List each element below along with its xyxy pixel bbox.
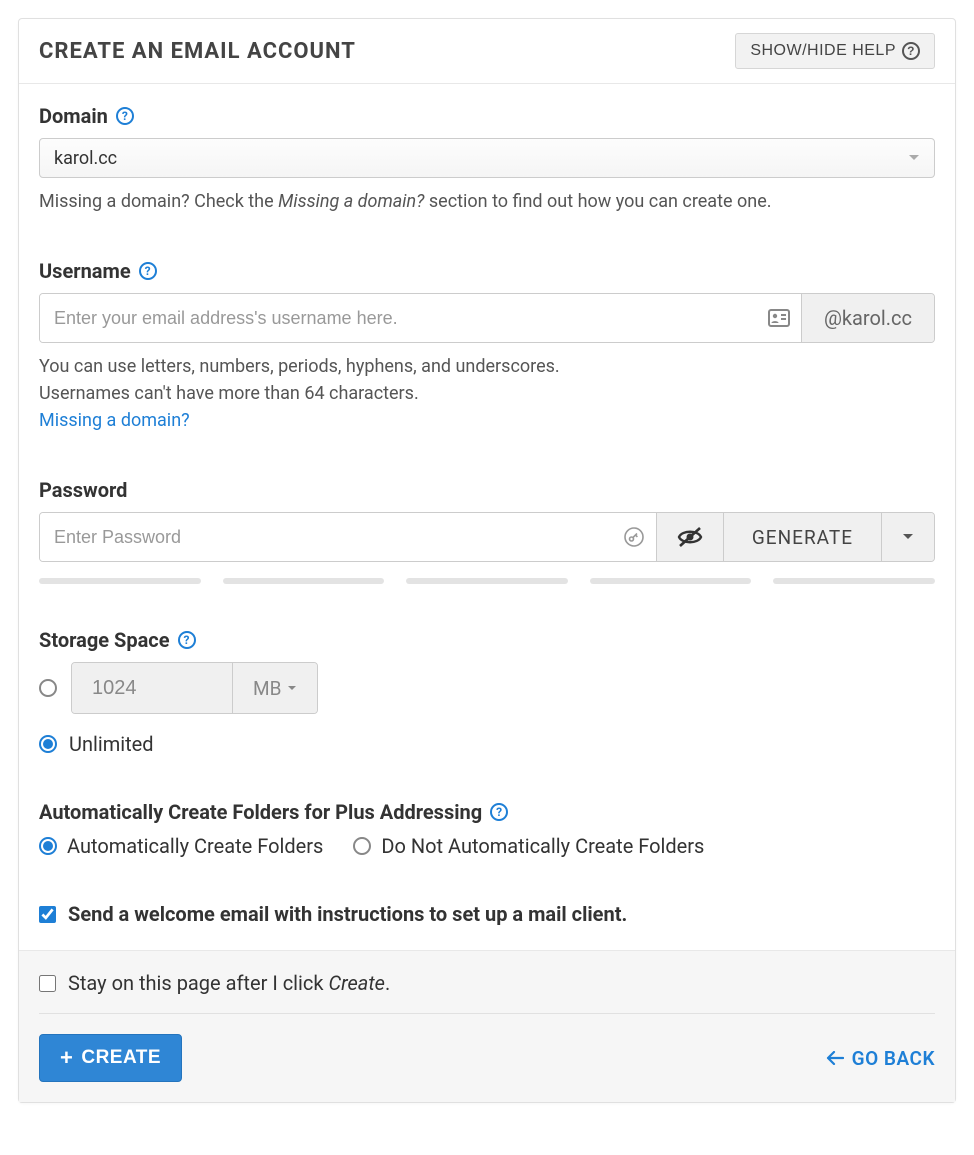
- go-back-link[interactable]: GO BACK: [826, 1047, 935, 1070]
- auto-create-folders-radio[interactable]: [39, 837, 57, 855]
- welcome-email-label: Send a welcome email with instructions t…: [68, 902, 627, 926]
- panel-body: Domain ? karol.cc Missing a domain? Chec…: [19, 84, 955, 926]
- auto-create-folders-label: Automatically Create Folders: [67, 834, 323, 858]
- username-input[interactable]: [40, 294, 757, 342]
- storage-unlimited-radio[interactable]: [39, 735, 57, 753]
- go-back-label: GO BACK: [852, 1047, 935, 1070]
- storage-size-input[interactable]: [72, 663, 232, 713]
- password-label: Password: [39, 478, 127, 502]
- label-text: Stay on this page after I click: [68, 971, 328, 995]
- plus-addressing-label: Automatically Create Folders for Plus Ad…: [39, 800, 482, 824]
- create-email-panel: CREATE AN EMAIL ACCOUNT SHOW/HIDE HELP ?…: [18, 18, 956, 1103]
- no-auto-create-folders-radio[interactable]: [353, 837, 371, 855]
- storage-unlimited-label: Unlimited: [69, 732, 154, 756]
- storage-field: Storage Space ? MB Unlimited: [39, 628, 935, 756]
- arrow-left-icon: [826, 1051, 844, 1065]
- hint-text: Missing a domain? Check the: [39, 191, 278, 212]
- storage-label: Storage Space: [39, 628, 170, 652]
- password-input-group: GENERATE: [39, 512, 935, 562]
- help-circle-icon[interactable]: ?: [116, 107, 134, 125]
- welcome-email-checkbox[interactable]: [39, 906, 56, 923]
- help-circle-icon: ?: [902, 42, 920, 60]
- help-circle-icon[interactable]: ?: [490, 803, 508, 821]
- storage-unit-label: MB: [253, 677, 281, 700]
- hint-text: Usernames can't have more than 64 charac…: [39, 380, 935, 407]
- plus-addressing-field: Automatically Create Folders for Plus Ad…: [39, 800, 935, 858]
- chevron-down-icon: [902, 533, 914, 541]
- username-input-group: @karol.cc: [39, 293, 935, 343]
- key-circle-icon: [612, 513, 656, 561]
- domain-select-value: karol.cc: [54, 148, 117, 169]
- username-hint: You can use letters, numbers, periods, h…: [39, 353, 935, 434]
- username-domain-addon: @karol.cc: [801, 294, 934, 342]
- panel-footer: Stay on this page after I click Create. …: [19, 950, 955, 1102]
- plus-icon: +: [60, 1047, 73, 1069]
- chevron-down-icon: [287, 685, 297, 692]
- domain-hint: Missing a domain? Check the Missing a do…: [39, 188, 935, 215]
- hint-italic: Missing a domain?: [278, 191, 424, 212]
- help-circle-icon[interactable]: ?: [178, 631, 196, 649]
- storage-unit-select[interactable]: MB: [232, 663, 317, 713]
- label-italic: Create: [328, 971, 384, 995]
- contact-card-icon: [757, 294, 801, 342]
- storage-custom-radio[interactable]: [39, 679, 57, 697]
- show-hide-help-button[interactable]: SHOW/HIDE HELP ?: [735, 33, 935, 69]
- domain-label: Domain: [39, 104, 108, 128]
- domain-select[interactable]: karol.cc: [39, 138, 935, 178]
- toggle-password-visibility-button[interactable]: [656, 513, 723, 561]
- password-strength-meter: [39, 578, 935, 584]
- panel-header: CREATE AN EMAIL ACCOUNT SHOW/HIDE HELP ?: [19, 19, 955, 84]
- chevron-down-icon: [908, 154, 920, 162]
- eye-slash-icon: [677, 526, 703, 548]
- create-button-label: CREATE: [81, 1047, 161, 1069]
- panel-title: CREATE AN EMAIL ACCOUNT: [39, 39, 356, 64]
- no-auto-create-folders-label: Do Not Automatically Create Folders: [381, 834, 704, 858]
- create-button[interactable]: + CREATE: [39, 1034, 182, 1082]
- welcome-email-field: Send a welcome email with instructions t…: [39, 902, 935, 926]
- storage-custom-input-group: MB: [71, 662, 318, 714]
- hint-text: section to find out how you can create o…: [424, 191, 771, 212]
- password-input[interactable]: [40, 513, 612, 561]
- missing-domain-link[interactable]: Missing a domain?: [39, 410, 190, 431]
- username-field: Username ? @karol.cc You can use l: [39, 259, 935, 434]
- generate-options-dropdown[interactable]: [881, 513, 934, 561]
- password-field: Password GE: [39, 478, 935, 584]
- domain-field: Domain ? karol.cc Missing a domain? Chec…: [39, 104, 935, 215]
- stay-on-page-label: Stay on this page after I click Create.: [68, 971, 390, 995]
- label-text: .: [385, 971, 390, 995]
- help-circle-icon[interactable]: ?: [139, 262, 157, 280]
- hint-text: You can use letters, numbers, periods, h…: [39, 353, 935, 380]
- generate-password-button[interactable]: GENERATE: [723, 513, 881, 561]
- help-button-label: SHOW/HIDE HELP: [750, 42, 896, 60]
- username-label: Username: [39, 259, 131, 283]
- stay-on-page-checkbox[interactable]: [39, 975, 56, 992]
